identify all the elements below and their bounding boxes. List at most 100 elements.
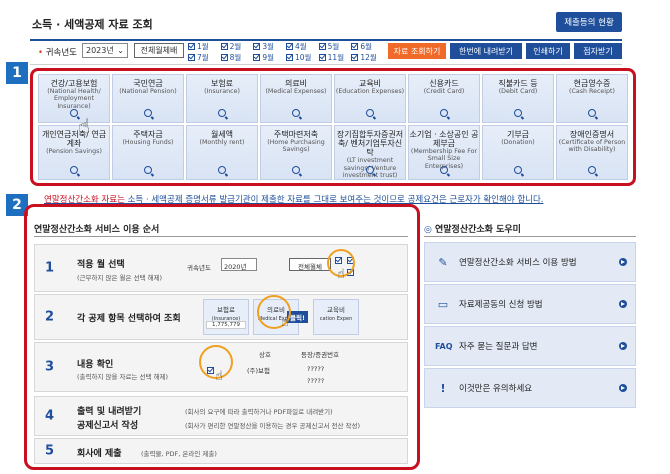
helper-title: ◎ 연말정산간소화 도우미 <box>424 225 521 235</box>
helper-usage-method[interactable]: ✎ 연말정산간소화 서비스 이용 방법 <box>424 242 636 282</box>
deduction-category-cell[interactable]: 직불카드 등 (Debit Card) <box>482 74 554 123</box>
helper-label: 연말정산간소화 서비스 이용 방법 <box>459 258 577 268</box>
search-icon <box>514 108 522 117</box>
deduction-category-cell[interactable]: 건강/고용보험 (National Health/ Employment Insu… <box>38 74 110 123</box>
usage-order-title: 연말정산간소화 서비스 이용 순서 <box>34 225 160 235</box>
search-icon <box>218 108 226 117</box>
hand-pointer-icon: ☝ <box>281 315 289 330</box>
deduction-category-cell[interactable]: 개인연금저축/ 연금계좌 (Pension Savings) <box>38 124 110 180</box>
query-data-button[interactable]: 자료 조회하기 <box>388 43 446 59</box>
helper-faq[interactable]: FAQ 자주 묻는 질문과 답변 <box>424 326 636 366</box>
step-heading: 내용 확인 <box>77 360 114 370</box>
year-select[interactable]: 2023년 ⌄ <box>82 43 128 58</box>
hand-pointer-icon: ☝ <box>215 369 223 384</box>
month-label: 7월 <box>197 53 209 62</box>
category-english-label: (Certificate of Person with Disability) <box>558 138 626 154</box>
category-label: 장기집합투자증권저축/ 벤처기업투자신탁 <box>336 129 404 158</box>
faq-icon: FAQ <box>435 341 453 351</box>
search-icon <box>588 108 596 117</box>
helper-consent-method[interactable]: ▭ 자료제공동의 신청 방법 <box>424 284 636 324</box>
step-number: 2 <box>45 309 55 325</box>
select-all-months-button[interactable]: 전체월체배 <box>134 43 184 58</box>
submission-status-button[interactable]: 제출등의 현황 <box>556 12 622 32</box>
deduction-category-cell[interactable]: 의료비 (Medical Expenses) <box>260 74 332 123</box>
exclamation-icon: ! <box>440 381 446 395</box>
month-checkbox[interactable]: 2월 <box>220 41 254 52</box>
deduction-category-cell[interactable]: 보험료 (Insurance) <box>186 74 258 123</box>
checkbox-checked-icon <box>253 54 261 61</box>
category-label: 보험료 <box>210 79 234 88</box>
deduction-category-cell[interactable]: 월세액 (Monthly rent) <box>186 124 258 180</box>
category-english-label: (Donation) <box>501 138 535 146</box>
month-checkbox[interactable]: 7월 <box>188 52 221 63</box>
step-subtext: (회사가 편리한 연말정산을 이용하는 경우 공제신고서 전산 작성) <box>185 422 361 430</box>
hand-pointer-icon: ☝ <box>78 114 91 138</box>
mini-year-select: 2020년 <box>221 258 257 271</box>
category-label: 국민연금 <box>133 79 163 88</box>
deduction-category-cell[interactable]: 장애인증명서 (Certificate of Person with Disabi… <box>556 124 628 180</box>
month-checkbox[interactable]: 12월 <box>351 52 384 63</box>
deduction-category-cell[interactable]: 신용카드 (Credit Card) <box>408 74 480 123</box>
usage-step-row: 4 출력 및 내려받기 공제신고서 작성 (회사의 요구에 따라 출력하거나 P… <box>34 396 408 436</box>
category-english-label: (Cash Receipt) <box>569 88 615 96</box>
category-english-label: (Monthly rent) <box>199 138 245 146</box>
step-heading: 회사에 제출 <box>77 449 122 459</box>
checkbox-checked-icon <box>188 43 195 50</box>
step-subtext: (출력물, PDF, 온라인 제출) <box>141 450 217 458</box>
search-icon <box>218 166 226 174</box>
deduction-category-cell[interactable]: 주택자금 (Housing Funds) <box>112 124 184 180</box>
category-english-label: (National Pension) <box>119 88 177 96</box>
month-checkbox[interactable]: 9월 <box>253 52 286 63</box>
deduction-category-cell[interactable]: 교육비 (Education Expenses) <box>334 74 406 123</box>
deduction-category-cell[interactable]: 현금영수증 (Cash Receipt) <box>556 74 628 123</box>
deduction-category-cell[interactable]: 기부금 (Donation) <box>482 124 554 180</box>
step-heading: 공제신고서 작성 <box>77 421 139 431</box>
search-icon <box>366 166 374 174</box>
divider <box>424 236 636 237</box>
category-label: 기부금 <box>506 129 530 139</box>
month-checkbox[interactable]: 3월 <box>253 41 286 52</box>
usage-step-row: 2 각 공제 항목 선택하여 조회 보험료 (Insurance) 1,775,7… <box>34 294 408 340</box>
usage-step-row: 3 내용 확인 (출력하지 않을 자료는 선택 해제) 상호 등장/증권번호 (… <box>34 342 408 392</box>
step-heading: 각 공제 항목 선택하여 조회 <box>77 314 181 324</box>
month-checkbox[interactable]: 4월 <box>286 41 319 52</box>
category-label: 교육비 <box>358 79 382 88</box>
month-checkboxes: 1월 2월 3월 4월 5월 6월 7월 8월 9월 10월 11월 12월 <box>188 41 384 63</box>
month-checkbox[interactable]: 10월 <box>286 52 319 63</box>
month-label: 6월 <box>360 42 372 51</box>
deduction-category-cell[interactable]: 소기업 · 소상공인 공제부금 (Membership Fee For Small… <box>408 124 480 180</box>
page-title: 소득 · 세액공제 자료 조회 <box>32 18 153 31</box>
month-checkbox[interactable]: 8월 <box>220 52 254 63</box>
category-label: 소기업 · 소상공인 공제부금 <box>409 129 479 148</box>
category-english-label: (Debit Card) <box>498 88 538 96</box>
month-checkbox[interactable]: 5월 <box>318 41 352 52</box>
search-icon <box>70 108 78 117</box>
month-checkbox[interactable]: 11월 <box>318 52 352 63</box>
braille-button[interactable]: 점자받기 <box>574 43 622 59</box>
mini-row-value: ????? <box>307 365 325 373</box>
deduction-category-cell[interactable]: 주택마련저축 (Home Purchasing Savings) <box>260 124 332 180</box>
category-english-label: (Housing Funds) <box>122 138 174 146</box>
download-all-button[interactable]: 한번에 내려받기 <box>450 43 522 59</box>
step-number: 3 <box>45 359 55 375</box>
print-button[interactable]: 인쇄하기 <box>526 43 570 59</box>
checkbox-checked-icon <box>253 43 261 50</box>
checkbox-checked-icon <box>188 54 195 61</box>
month-checkbox[interactable]: 6월 <box>351 41 384 52</box>
search-icon <box>440 166 448 174</box>
category-english-label: (Medical Expenses) <box>265 88 327 96</box>
hand-pointer-icon: ☝ <box>337 267 345 282</box>
helper-caution[interactable]: ! 이것만은 유의하세요 <box>424 368 636 408</box>
deduction-category-cell[interactable]: 국민연금 (National Pension) <box>112 74 184 123</box>
mini-row-company: (주)보험 <box>247 367 271 375</box>
edit-document-icon: ✎ <box>438 255 448 269</box>
month-label: 12월 <box>360 53 377 62</box>
deduction-category-cell[interactable]: 장기집합투자증권저축/ 벤처기업투자신탁 (LT investment savin… <box>334 124 406 180</box>
month-checkbox[interactable]: 1월 <box>188 41 221 52</box>
divider <box>34 236 408 237</box>
checkbox-checked-icon <box>220 43 228 50</box>
usage-step-row: 5 회사에 제출 (출력물, PDF, 온라인 제출) <box>34 438 408 464</box>
search-icon <box>144 166 152 174</box>
checkbox-checked-icon <box>351 43 359 50</box>
category-label: 현금영수증 <box>573 79 611 88</box>
